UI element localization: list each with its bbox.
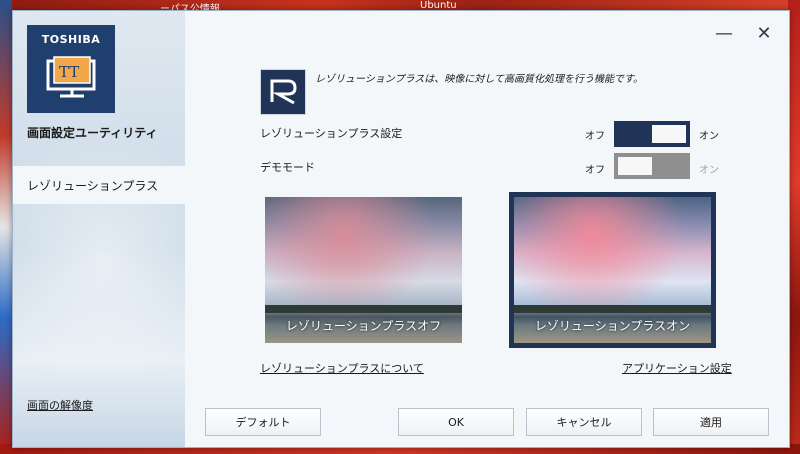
sidebar-item-resolution-plus[interactable]: レゾリューションプラス — [13, 166, 185, 204]
resolution-plus-toggle[interactable] — [614, 121, 690, 147]
screen-resolution-link[interactable]: 画面の解像度 — [27, 397, 93, 413]
monitor-icon: TT — [46, 56, 96, 98]
display-settings-window: TOSHIBA TT 画面設定ユーティリティ レゾリューションプラス 画面の解像… — [12, 10, 790, 448]
preview-on-image: レゾリューションプラスオン — [514, 197, 711, 343]
apply-button[interactable]: 適用 — [653, 408, 769, 436]
app-title: 画面設定ユーティリティ — [27, 126, 158, 140]
preview-off-caption: レゾリューションプラスオフ — [285, 319, 442, 333]
logo-glyph: TT — [59, 63, 79, 81]
resolution-plus-logo-icon — [260, 69, 306, 115]
resolution-plus-off-label: オフ — [585, 131, 605, 142]
demo-mode-setting-label: デモモード — [260, 161, 315, 174]
cancel-button[interactable]: キャンセル — [526, 408, 642, 436]
about-resolution-plus-link[interactable]: レゾリューションプラスについて — [260, 360, 424, 376]
toggle-knob — [618, 157, 652, 175]
close-button[interactable]: ✕ — [753, 23, 775, 45]
preview-on-caption: レゾリューションプラスオン — [534, 319, 691, 333]
ok-button[interactable]: OK — [398, 408, 514, 436]
demo-mode-off-label: オフ — [585, 165, 605, 176]
demo-mode-on-label: オン — [699, 165, 719, 176]
brand-label: TOSHIBA — [41, 33, 101, 46]
app-logo: TOSHIBA TT — [27, 25, 115, 113]
sidebar-item-label: レゾリューションプラス — [27, 179, 159, 193]
application-settings-link[interactable]: アプリケーション設定 — [622, 360, 732, 376]
toggle-knob — [652, 125, 686, 143]
preview-off-image: レゾリューションプラスオフ — [265, 197, 462, 343]
demo-mode-toggle[interactable] — [614, 153, 690, 179]
minimize-button[interactable]: — — [713, 23, 735, 45]
feature-description: レゾリューションプラスは、映像に対して高画質化処理を行う機能です。 — [315, 74, 643, 85]
default-button[interactable]: デフォルト — [205, 408, 321, 436]
desktop-background-left — [0, 0, 12, 454]
resolution-plus-on-label: オン — [699, 131, 719, 142]
sidebar: TOSHIBA TT 画面設定ユーティリティ レゾリューションプラス 画面の解像… — [13, 11, 185, 447]
resolution-plus-setting-label: レゾリューションプラス設定 — [260, 127, 403, 140]
